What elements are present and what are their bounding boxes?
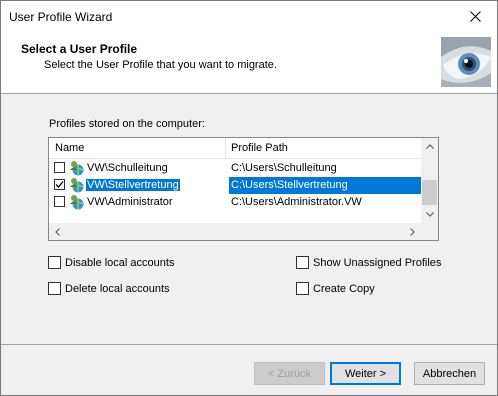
checkmark-icon bbox=[55, 181, 64, 188]
horizontal-scrollbar[interactable] bbox=[49, 223, 438, 240]
cancel-button[interactable]: Abbrechen bbox=[414, 362, 485, 385]
page-title: Select a User Profile bbox=[21, 42, 138, 56]
window-title: User Profile Wizard bbox=[9, 10, 113, 24]
profiles-label: Profiles stored on the computer: bbox=[49, 118, 205, 130]
profile-checkbox[interactable] bbox=[54, 196, 65, 207]
profile-name: VW\Administrator bbox=[87, 196, 173, 208]
user-globe-icon bbox=[70, 161, 84, 176]
page-subtitle: Select the User Profile that you want to… bbox=[44, 59, 277, 71]
show-unassigned-profiles-checkbox[interactable]: Show Unassigned Profiles bbox=[296, 256, 441, 269]
checkbox-box[interactable] bbox=[48, 256, 61, 269]
list-item[interactable]: VW\Stellvertretung C:\Users\Stellvertret… bbox=[49, 177, 422, 194]
list-header: Name Profile Path bbox=[49, 138, 422, 159]
checkbox-label: Create Copy bbox=[313, 282, 375, 295]
profile-path: C:\Users\Schulleitung bbox=[231, 162, 337, 174]
checkbox-box[interactable] bbox=[296, 256, 309, 269]
chevron-right-icon bbox=[410, 227, 415, 236]
eye-logo-icon bbox=[441, 37, 491, 87]
scrollbar-thumb[interactable] bbox=[422, 180, 437, 205]
scroll-right-button[interactable] bbox=[404, 223, 421, 240]
scroll-up-button[interactable] bbox=[421, 138, 438, 155]
profile-name: VW\Stellvertretung bbox=[86, 179, 180, 191]
create-copy-checkbox[interactable]: Create Copy bbox=[296, 282, 375, 295]
profile-path: C:\Users\Administrator.VW bbox=[231, 196, 362, 208]
chevron-up-icon bbox=[425, 144, 434, 149]
user-globe-icon bbox=[70, 178, 84, 193]
scroll-left-button[interactable] bbox=[49, 223, 66, 240]
profiles-list[interactable]: Name Profile Path VW\Schulleitung C:\Use… bbox=[48, 137, 439, 241]
disable-local-accounts-checkbox[interactable]: Disable local accounts bbox=[48, 256, 174, 269]
chevron-left-icon bbox=[55, 227, 60, 236]
chevron-down-icon bbox=[425, 212, 434, 217]
delete-local-accounts-checkbox[interactable]: Delete local accounts bbox=[48, 282, 170, 295]
vertical-scrollbar[interactable] bbox=[421, 138, 438, 223]
list-item[interactable]: VW\Schulleitung C:\Users\Schulleitung bbox=[49, 160, 422, 177]
checkbox-box[interactable] bbox=[296, 282, 309, 295]
column-header-path[interactable]: Profile Path bbox=[231, 142, 288, 154]
profile-checkbox[interactable] bbox=[54, 162, 65, 173]
close-button[interactable] bbox=[453, 1, 497, 31]
profile-name: VW\Schulleitung bbox=[87, 162, 168, 174]
checkbox-label: Disable local accounts bbox=[65, 256, 175, 269]
column-divider[interactable] bbox=[225, 138, 226, 158]
checkbox-box[interactable] bbox=[48, 282, 61, 295]
back-button[interactable]: < Zurück bbox=[254, 362, 325, 385]
profile-checkbox[interactable] bbox=[54, 179, 65, 190]
list-item[interactable]: VW\Administrator C:\Users\Administrator.… bbox=[49, 194, 422, 211]
footer-divider bbox=[1, 344, 497, 345]
checkbox-label: Show Unassigned Profiles bbox=[313, 256, 442, 269]
title-bar: User Profile Wizard bbox=[1, 1, 497, 31]
checkbox-label: Delete local accounts bbox=[65, 282, 170, 295]
close-icon bbox=[469, 10, 481, 22]
user-globe-icon bbox=[70, 195, 84, 210]
wizard-window: User Profile Wizard Select a User Profil… bbox=[0, 0, 498, 396]
profile-path: C:\Users\Stellvertretung bbox=[231, 179, 348, 191]
wizard-header: Select a User Profile Select the User Pr… bbox=[1, 31, 497, 94]
scroll-down-button[interactable] bbox=[421, 206, 438, 223]
column-header-name[interactable]: Name bbox=[55, 142, 84, 154]
next-button[interactable]: Weiter > bbox=[330, 362, 401, 385]
